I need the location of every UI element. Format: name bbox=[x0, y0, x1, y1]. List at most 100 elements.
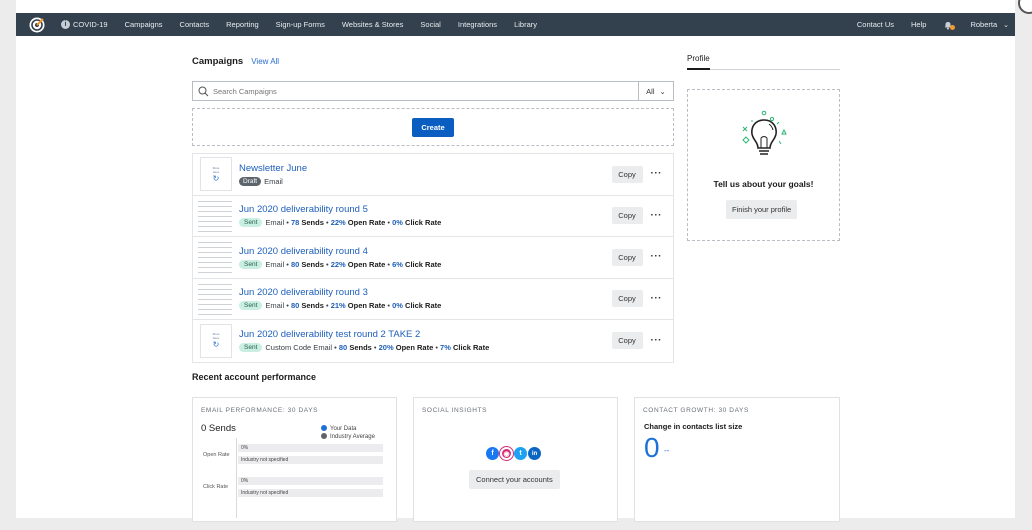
copy-button[interactable]: Copy bbox=[611, 332, 643, 350]
campaign-thumbnail[interactable] bbox=[198, 281, 232, 316]
legend-industry: Industry Average bbox=[330, 434, 375, 440]
sends-value: 80 bbox=[290, 259, 300, 269]
more-options-icon[interactable]: ··· bbox=[651, 210, 663, 220]
nav-integrations[interactable]: Integrations bbox=[458, 20, 497, 29]
refresh-icon: ↻ bbox=[212, 340, 220, 350]
social-icons: f ◉ t in bbox=[486, 447, 541, 460]
tab-profile-label: Profile bbox=[687, 54, 710, 70]
nav-campaigns[interactable]: Campaigns bbox=[125, 20, 163, 29]
campaign-title[interactable]: Jun 2020 deliverability test round 2 TAK… bbox=[239, 329, 612, 341]
user-menu[interactable]: Roberta ⌄ bbox=[970, 20, 1009, 29]
open-rate-industry-bar: Industry not specified bbox=[238, 456, 383, 464]
campaign-title[interactable]: Jun 2020 deliverability round 5 bbox=[239, 204, 612, 216]
twitter-icon[interactable]: t bbox=[514, 447, 527, 460]
campaign-type: Email bbox=[265, 218, 285, 228]
sends-value: 80 bbox=[290, 301, 300, 311]
more-options-icon[interactable]: ··· bbox=[651, 169, 663, 179]
filter-select[interactable]: All ⌄ bbox=[638, 82, 673, 100]
more-options-icon[interactable]: ··· bbox=[651, 335, 663, 345]
nav-covid-label: COVID-19 bbox=[73, 20, 108, 29]
campaign-title[interactable]: Jun 2020 deliverability round 4 bbox=[239, 246, 612, 258]
nav-reporting[interactable]: Reporting bbox=[226, 20, 259, 29]
legend-your-data: Your Data bbox=[330, 426, 357, 432]
campaign-thumbnail[interactable] bbox=[198, 198, 232, 233]
card-caption: SOCIAL INSIGHTS bbox=[422, 407, 488, 414]
campaign-row[interactable]: Jun 2020 deliverability round 4 Sent Emai… bbox=[193, 237, 673, 279]
chevron-down-icon: ⌄ bbox=[1003, 21, 1009, 29]
tab-profile[interactable]: Profile bbox=[687, 54, 840, 70]
sends-label: Sends bbox=[301, 301, 324, 311]
sends-count: 0 Sends bbox=[201, 423, 236, 434]
campaign-title[interactable]: Newsletter June bbox=[239, 163, 612, 175]
nav-websites-stores[interactable]: Websites & Stores bbox=[342, 20, 404, 29]
nav-contact-us[interactable]: Contact Us bbox=[857, 20, 894, 29]
open-rate-value: 21% bbox=[330, 301, 346, 311]
nav-right-group: Contact Us Help Roberta ⌄ bbox=[857, 20, 1015, 30]
campaign-row[interactable]: Jun 2020 deliverability round 5 Sent Emai… bbox=[193, 196, 673, 237]
notification-bell-icon[interactable] bbox=[943, 20, 956, 30]
campaign-type: Email bbox=[264, 176, 283, 186]
linkedin-icon[interactable]: in bbox=[528, 447, 541, 460]
goals-box: Tell us about your goals! Finish your pr… bbox=[687, 89, 840, 241]
nav-library[interactable]: Library bbox=[514, 20, 537, 29]
click-rate-value: 7% bbox=[440, 343, 451, 353]
filter-value: All bbox=[646, 86, 655, 96]
campaign-row[interactable]: More Here ↻ Newsletter June Draft Email Cop… bbox=[193, 154, 673, 196]
more-options-icon[interactable]: ··· bbox=[651, 293, 663, 303]
chart-axis bbox=[236, 438, 237, 518]
campaign-thumbnail[interactable]: More Here ↻ bbox=[200, 157, 232, 192]
copy-button[interactable]: Copy bbox=[611, 165, 643, 183]
copy-button[interactable]: Copy bbox=[611, 290, 643, 308]
legend-dot bbox=[321, 425, 327, 432]
facebook-icon[interactable]: f bbox=[486, 447, 499, 460]
campaign-row[interactable]: Jun 2020 deliverability round 3 Sent Emai… bbox=[193, 279, 673, 320]
instagram-icon[interactable]: ◉ bbox=[500, 447, 513, 460]
refresh-icon: ↻ bbox=[212, 173, 220, 183]
contact-growth-value: 0 bbox=[644, 432, 660, 463]
open-rate-value: 20% bbox=[378, 343, 394, 353]
nav-help[interactable]: Help bbox=[911, 20, 926, 29]
chevron-down-icon: ⌄ bbox=[659, 86, 666, 96]
campaign-row[interactable]: More Here ↻ Jun 2020 deliverability test r… bbox=[193, 320, 673, 362]
search-icon bbox=[193, 82, 213, 100]
contact-growth-change: -- bbox=[664, 446, 670, 455]
search-bar: All ⌄ bbox=[192, 81, 674, 101]
profile-panel: Profile Tell us about your goals! Finish… bbox=[687, 48, 840, 241]
more-options-icon[interactable]: ··· bbox=[651, 252, 663, 262]
open-rate-label: Open Rate bbox=[395, 343, 434, 353]
search-input[interactable] bbox=[213, 83, 638, 99]
connect-accounts-button[interactable]: Connect your accounts bbox=[469, 470, 560, 489]
brand-logo-icon[interactable] bbox=[27, 15, 47, 35]
click-rate-value: 0% bbox=[392, 301, 403, 311]
status-badge: Sent bbox=[239, 259, 263, 269]
sends-label: Sends bbox=[301, 218, 324, 228]
nav-contacts[interactable]: Contacts bbox=[180, 20, 210, 29]
lightbulb-icon bbox=[739, 110, 789, 162]
view-all-link[interactable]: View All bbox=[251, 57, 279, 66]
nav-social[interactable]: Social bbox=[420, 20, 440, 29]
click-rate-label: Click Rate bbox=[405, 218, 442, 228]
status-badge: Sent bbox=[239, 343, 263, 353]
sends-value: 78 bbox=[290, 218, 300, 228]
click-rate-industry-bar: Industry not specified bbox=[238, 489, 383, 497]
copy-button[interactable]: Copy bbox=[611, 207, 643, 225]
campaigns-section: Campaigns View All All ⌄ Create MoreHere↻… bbox=[192, 48, 674, 363]
nav-signup-forms[interactable]: Sign-up Forms bbox=[276, 20, 325, 29]
status-badge: Sent bbox=[239, 301, 263, 311]
status-badge: Sent bbox=[239, 218, 263, 228]
finish-profile-button[interactable]: Finish your profile bbox=[726, 200, 798, 219]
window-frame-left bbox=[0, 0, 16, 530]
campaigns-title: Campaigns bbox=[192, 56, 244, 67]
create-button[interactable]: Create bbox=[412, 117, 454, 137]
campaign-thumbnail[interactable] bbox=[198, 240, 232, 275]
campaign-title[interactable]: Jun 2020 deliverability round 3 bbox=[239, 287, 612, 299]
nav-covid[interactable]: i COVID-19 bbox=[61, 20, 108, 29]
campaign-type: Email bbox=[265, 301, 285, 311]
chart-legend: Your Data Industry Average bbox=[321, 425, 375, 441]
card-caption: EMAIL PERFORMANCE: 30 DAYS bbox=[201, 407, 319, 414]
open-rate-bar: 0% bbox=[238, 444, 383, 452]
user-name: Roberta bbox=[970, 20, 998, 29]
create-area: Create bbox=[192, 108, 674, 146]
copy-button[interactable]: Copy bbox=[611, 248, 643, 266]
campaign-thumbnail[interactable]: More Here ↻ bbox=[200, 323, 232, 358]
